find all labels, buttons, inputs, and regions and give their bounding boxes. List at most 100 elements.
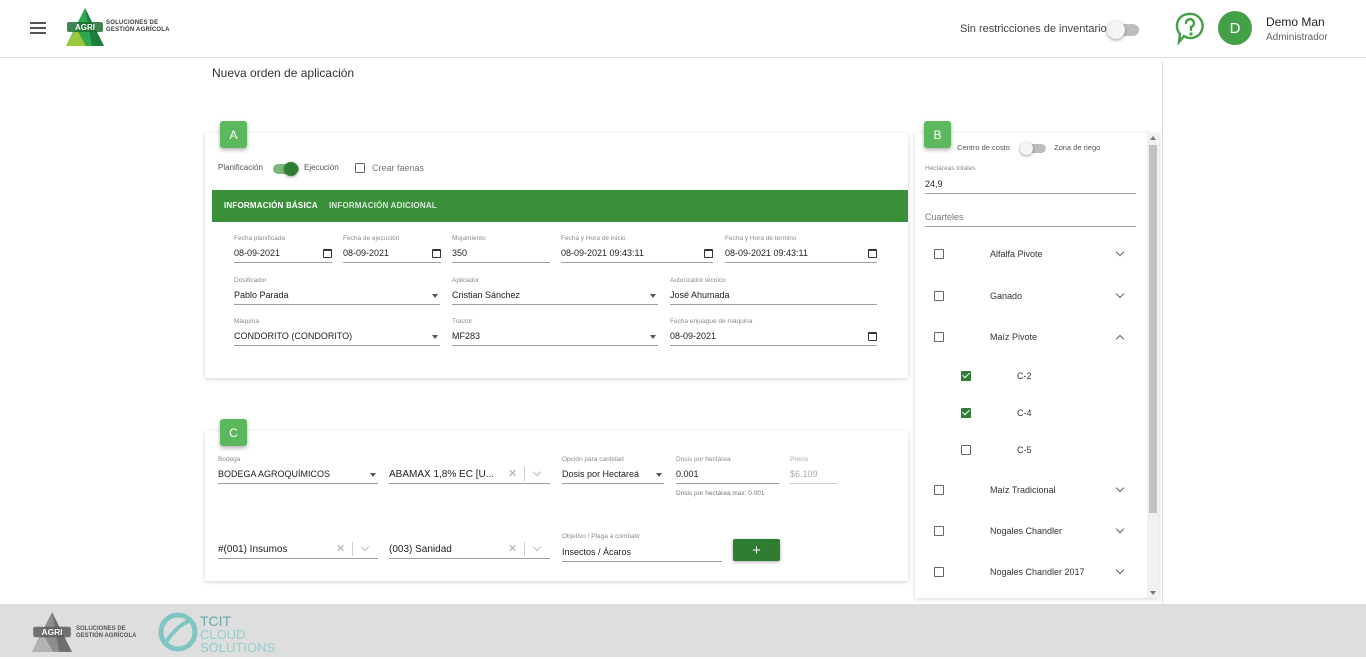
- calendar-icon[interactable]: [868, 332, 877, 341]
- quarter-checkbox[interactable]: [934, 526, 944, 536]
- quarter-checkbox[interactable]: [961, 371, 971, 381]
- rinse-date-value: 08-09-2021: [670, 331, 717, 341]
- calendar-icon[interactable]: [432, 249, 441, 258]
- qty-option-select[interactable]: Dosis por Hectareá: [562, 467, 664, 484]
- quarter-label: C-5: [1017, 445, 1032, 455]
- machine-label: Máquina: [234, 318, 259, 325]
- quarters-search-input[interactable]: Cuarteles: [925, 210, 1136, 227]
- add-product-button[interactable]: +: [733, 539, 780, 561]
- clear-icon[interactable]: ✕: [336, 542, 345, 555]
- warehouse-value: BODEGA AGROQUÍMICOS: [218, 469, 331, 479]
- end-datetime-label: Fecha y Hora de termino: [725, 235, 797, 242]
- app-logo[interactable]: AGRI SOLUCIONES DE GESTIÓN AGRÍCOLA: [64, 6, 174, 48]
- footer-tcit-logo: TCIT CLOUD SOLUTIONS: [158, 610, 288, 655]
- clear-icon[interactable]: ✕: [508, 467, 517, 480]
- mode-planning-label: Planificación: [218, 163, 263, 172]
- scroll-down-icon[interactable]: [1150, 591, 1156, 595]
- target-input[interactable]: Insectos / Ácaros: [562, 545, 722, 562]
- dose-input[interactable]: 0.001: [676, 467, 779, 484]
- start-datetime-value: 08-09-2021 09:43:11: [561, 248, 644, 258]
- footer-tagline-2: GESTIÓN AGRÍCOLA: [76, 633, 137, 639]
- section-a-badge: A: [220, 121, 247, 148]
- execution-date-label: Fecha de ejecución: [343, 235, 400, 242]
- rinse-date-label: Fecha enjuague de máquina: [670, 318, 753, 325]
- applicator-select[interactable]: Cristian Sánchez: [452, 288, 658, 305]
- quarter-checkbox[interactable]: [934, 485, 944, 495]
- quarter-label: Maíz Tradicional: [990, 485, 1056, 495]
- category-select[interactable]: #(001) Insumos: [218, 542, 378, 559]
- end-datetime-input[interactable]: 08-09-2021 09:43:11: [725, 246, 877, 263]
- qty-option-label: Opción para cantidad: [562, 456, 624, 463]
- dosifier-select[interactable]: Pablo Parada: [234, 288, 440, 305]
- clear-icon[interactable]: ✕: [508, 542, 517, 555]
- brand-tagline-2: GESTIÓN AGRÍCOLA: [106, 27, 170, 33]
- execution-date-input[interactable]: 08-09-2021: [343, 246, 441, 263]
- dropdown-arrow-icon: [650, 335, 656, 339]
- calendar-icon[interactable]: [868, 249, 877, 258]
- quarter-checkbox[interactable]: [934, 567, 944, 577]
- wetting-input[interactable]: 350: [452, 246, 550, 263]
- machine-select[interactable]: CONDORITO (CONDORITO): [234, 329, 440, 346]
- quarter-label: Ganado: [990, 291, 1023, 301]
- brand-tagline-1: SOLUCIONES DE: [106, 20, 159, 26]
- applicator-value: Cristian Sánchez: [452, 290, 521, 300]
- scrollbar-thumb[interactable]: [1149, 145, 1157, 513]
- mode-execution-label: Ejecución: [304, 163, 339, 172]
- quarter-label: Nogales Chandler: [990, 526, 1063, 536]
- rinse-date-input[interactable]: 08-09-2021: [670, 329, 877, 346]
- tech-authorizer-label: Autorizador técnico: [670, 277, 726, 284]
- planned-date-label: Fecha planificada: [234, 235, 285, 242]
- tab-basic-info[interactable]: INFORMACIÓN BÁSICA: [224, 201, 318, 210]
- quarter-checkbox[interactable]: [934, 249, 944, 259]
- planned-date-value: 08-09-2021: [234, 248, 281, 258]
- quarter-checkbox[interactable]: [961, 445, 971, 455]
- dosifier-label: Dosificador: [234, 277, 267, 284]
- select-separator: [524, 467, 525, 481]
- tab-additional-info[interactable]: INFORMACIÓN ADICIONAL: [329, 201, 437, 210]
- planned-date-input[interactable]: 08-09-2021: [234, 246, 332, 263]
- calendar-icon[interactable]: [323, 249, 332, 258]
- tractor-label: Tractor: [452, 318, 473, 325]
- start-datetime-input[interactable]: 08-09-2021 09:43:11: [561, 246, 713, 263]
- quarter-label: C-4: [1017, 408, 1032, 418]
- subcategory-select[interactable]: (003) Sanidad: [389, 542, 550, 559]
- tcit-logo-icon: TCIT CLOUD SOLUTIONS: [158, 612, 275, 655]
- price-field: $6.109: [790, 467, 837, 484]
- agri-logo-icon: AGRI: [66, 8, 104, 46]
- quarter-checkbox[interactable]: [961, 408, 971, 418]
- end-datetime-value: 08-09-2021 09:43:11: [725, 248, 808, 258]
- quarter-label: Nogales Chandler 2017: [990, 567, 1085, 577]
- user-avatar[interactable]: D: [1218, 11, 1252, 45]
- quarter-checkbox[interactable]: [934, 332, 944, 342]
- execution-date-value: 08-09-2021: [343, 248, 390, 258]
- calendar-icon[interactable]: [704, 249, 713, 258]
- partner-line-3: SOLUTIONS: [200, 640, 275, 654]
- total-hectares-label: Hectáreas totales: [925, 165, 976, 172]
- qty-option-value: Dosis por Hectareá: [562, 469, 640, 479]
- hamburger-menu-icon[interactable]: [30, 22, 46, 34]
- price-label: Precio: [790, 456, 809, 463]
- tractor-select[interactable]: MF283: [452, 329, 658, 346]
- footer: AGRI SOLUCIONES DE GESTIÓN AGRÍCOLA TCIT…: [0, 604, 1366, 657]
- target-label: Objetivo / Plaga a combatir: [562, 533, 641, 540]
- dose-hint: Dosis por hectárea max: 0.001: [676, 490, 765, 497]
- help-icon[interactable]: [1175, 12, 1205, 46]
- quarter-checkbox[interactable]: [934, 291, 944, 301]
- product-select[interactable]: ABAMAX 1,8% EC [U...: [389, 467, 550, 484]
- category-value: #(001) Insumos: [218, 544, 288, 555]
- planning-execution-toggle[interactable]: [273, 162, 299, 176]
- logo-text: AGRI: [42, 627, 63, 637]
- irrigation-zone-label: Zona de riego: [1054, 143, 1101, 152]
- warehouse-select[interactable]: BODEGA AGROQUÍMICOS: [218, 467, 378, 484]
- tech-authorizer-input[interactable]: José Ahumada: [670, 288, 877, 305]
- scroll-up-icon[interactable]: [1150, 136, 1156, 140]
- content-divider: [1162, 62, 1163, 603]
- inventory-toggle-label: Sin restricciones de inventario: [960, 23, 1107, 35]
- create-tasks-checkbox[interactable]: [355, 163, 365, 173]
- product-value: ABAMAX 1,8% EC [U...: [389, 469, 495, 480]
- footer-agri-logo: AGRI SOLUCIONES DE GESTIÓN AGRÍCOLA: [30, 610, 150, 654]
- inventory-toggle-switch[interactable]: [1107, 21, 1139, 39]
- page-title: Nueva orden de aplicación: [212, 66, 355, 80]
- quarters-scrollbar[interactable]: [1147, 133, 1159, 598]
- cost-center-irrigation-toggle[interactable]: [1020, 142, 1046, 155]
